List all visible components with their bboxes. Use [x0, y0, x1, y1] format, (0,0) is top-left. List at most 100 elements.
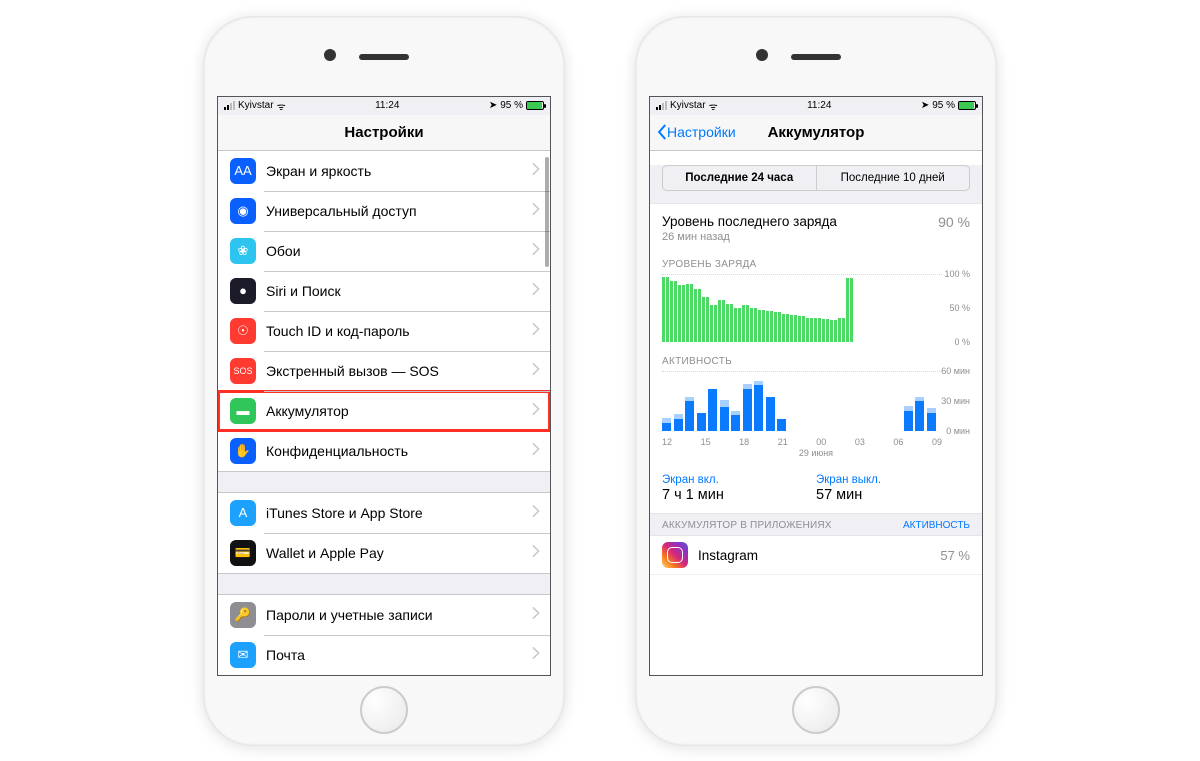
last-charge-sub: 26 мин назад: [662, 231, 837, 245]
last-charge-value: 90 %: [938, 214, 970, 230]
settings-row[interactable]: ❀ Обои: [218, 231, 550, 271]
usage-summary: Экран вкл. 7 ч 1 мин Экран выкл. 57 мин: [662, 474, 970, 503]
row-icon: ✋: [230, 438, 256, 464]
chevron-left-icon: [656, 124, 667, 140]
carrier: Kyivstar: [238, 100, 274, 111]
row-icon: SOS: [230, 358, 256, 384]
app-name: Instagram: [698, 548, 940, 563]
x-axis: 1215182100030609: [662, 437, 942, 447]
home-button[interactable]: [360, 686, 408, 734]
battery-percent: 95 %: [500, 100, 523, 111]
row-label: Siri и Поиск: [266, 283, 532, 299]
navbar-settings: Настройки: [218, 115, 550, 151]
row-icon: ▬: [230, 398, 256, 424]
settings-row[interactable]: 🔑 Пароли и учетные записи: [218, 595, 550, 635]
chevron-right-icon: [532, 505, 550, 520]
wifi-icon: ᯤ: [709, 99, 718, 113]
signal-icon: [656, 101, 667, 110]
ylabel: 0 мин: [946, 426, 970, 436]
home-button[interactable]: [792, 686, 840, 734]
chevron-right-icon: [532, 545, 550, 560]
chevron-right-icon: [532, 363, 550, 378]
row-icon: ◉: [230, 198, 256, 224]
row-label: Обои: [266, 243, 532, 259]
signal-icon: [224, 101, 235, 110]
row-icon: ✉: [230, 642, 256, 668]
phone-mockup-right: Kyivstar ᯤ 11:24 ➤ 95 % Настройки Аккуму…: [635, 16, 997, 746]
battery-icon: [958, 101, 976, 110]
activity-chart: 60 мин 30 мин 0 мин: [662, 371, 970, 431]
row-label: Пароли и учетные записи: [266, 607, 532, 623]
settings-group-3: 🔑 Пароли и учетные записи ✉ Почта: [218, 594, 550, 675]
settings-row[interactable]: ☉Touch ID и код-пароль: [218, 311, 550, 351]
row-icon: ❀: [230, 238, 256, 264]
time-range-segmented[interactable]: Последние 24 часа Последние 10 дней: [662, 165, 970, 191]
row-label: Wallet и Apple Pay: [266, 545, 532, 561]
seg-24h[interactable]: Последние 24 часа: [663, 166, 816, 190]
apps-head-label: АККУМУЛЯТОР В ПРИЛОЖЕНИЯХ: [662, 520, 832, 531]
scrollbar[interactable]: [545, 157, 549, 267]
back-label: Настройки: [667, 124, 736, 140]
row-icon: A: [230, 500, 256, 526]
screen-on-value: 7 ч 1 мин: [662, 487, 816, 503]
charge-chart: 100 % 50 % 0 %: [662, 274, 970, 342]
settings-group-1: AA Экран и яркость ◉ Универсальный доступ ❀ О…: [218, 151, 550, 472]
settings-row[interactable]: SOSЭкстренный вызов — SOS: [218, 351, 550, 391]
ylabel: 100 %: [944, 269, 970, 279]
settings-group-2: AiTunes Store и App Store 💳 Wallet и Apple…: [218, 492, 550, 574]
ylabel: 50 %: [949, 303, 970, 313]
ylabel: 60 мин: [941, 366, 970, 376]
status-bar: Kyivstar ᯤ 11:24 ➤ 95 %: [650, 97, 982, 115]
settings-row[interactable]: ◉ Универсальный доступ: [218, 191, 550, 231]
apps-header: АККУМУЛЯТОР В ПРИЛОЖЕНИЯХ АКТИВНОСТЬ: [650, 514, 982, 535]
chevron-right-icon: [532, 323, 550, 338]
settings-row[interactable]: ● Siri и Поиск: [218, 271, 550, 311]
row-icon: ☉: [230, 318, 256, 344]
row-label: Универсальный доступ: [266, 203, 532, 219]
last-charge-title: Уровень последнего заряда: [662, 214, 837, 231]
row-icon: ●: [230, 278, 256, 304]
row-icon: AA: [230, 158, 256, 184]
battery-percent: 95 %: [932, 100, 955, 111]
apps-list: Instagram 57 %: [650, 535, 982, 574]
chevron-right-icon: [532, 443, 550, 458]
chevron-right-icon: [532, 607, 550, 622]
app-row-instagram[interactable]: Instagram 57 %: [650, 536, 982, 574]
chevron-right-icon: [532, 403, 550, 418]
apps-action-link[interactable]: АКТИВНОСТЬ: [903, 520, 970, 531]
screen-on-label: Экран вкл.: [662, 474, 816, 486]
row-icon: 💳: [230, 540, 256, 566]
back-button[interactable]: Настройки: [656, 124, 736, 140]
seg-10d[interactable]: Последние 10 дней: [816, 166, 970, 190]
chevron-right-icon: [532, 647, 550, 662]
clock: 11:24: [807, 100, 831, 111]
settings-row[interactable]: 💳 Wallet и Apple Pay: [218, 533, 550, 573]
activity-chart-head: АКТИВНОСТЬ: [662, 356, 970, 367]
settings-row[interactable]: ✋ Конфиденциальность: [218, 431, 550, 471]
charge-chart-head: УРОВЕНЬ ЗАРЯДА: [662, 259, 970, 270]
row-label: Конфиденциальность: [266, 443, 532, 459]
settings-row[interactable]: AiTunes Store и App Store: [218, 493, 550, 533]
screen-off-label: Экран выкл.: [816, 474, 970, 486]
ylabel: 30 мин: [941, 396, 970, 406]
clock: 11:24: [375, 100, 399, 111]
wifi-icon: ᯤ: [277, 99, 286, 113]
status-bar: Kyivstar ᯤ 11:24 ➤ 95 %: [218, 97, 550, 115]
row-label: Экран и яркость: [266, 163, 532, 179]
row-label: Почта: [266, 647, 532, 663]
location-icon: ➤: [489, 100, 497, 111]
phone-mockup-left: Kyivstar ᯤ 11:24 ➤ 95 % Настройки AA Экра…: [203, 16, 565, 746]
ylabel: 0 %: [954, 337, 970, 347]
settings-row[interactable]: ✉ Почта: [218, 635, 550, 675]
battery-icon: [526, 101, 544, 110]
settings-content[interactable]: AA Экран и яркость ◉ Универсальный доступ ❀ О…: [218, 151, 550, 675]
settings-row[interactable]: ▬Аккумулятор: [218, 391, 550, 431]
battery-content[interactable]: Последние 24 часа Последние 10 дней Уров…: [650, 151, 982, 675]
page-title: Аккумулятор: [768, 124, 865, 141]
row-label: iTunes Store и App Store: [266, 505, 532, 521]
settings-row[interactable]: AA Экран и яркость: [218, 151, 550, 191]
chevron-right-icon: [532, 283, 550, 298]
row-icon: 🔑: [230, 602, 256, 628]
screen-off-value: 57 мин: [816, 487, 970, 503]
carrier: Kyivstar: [670, 100, 706, 111]
